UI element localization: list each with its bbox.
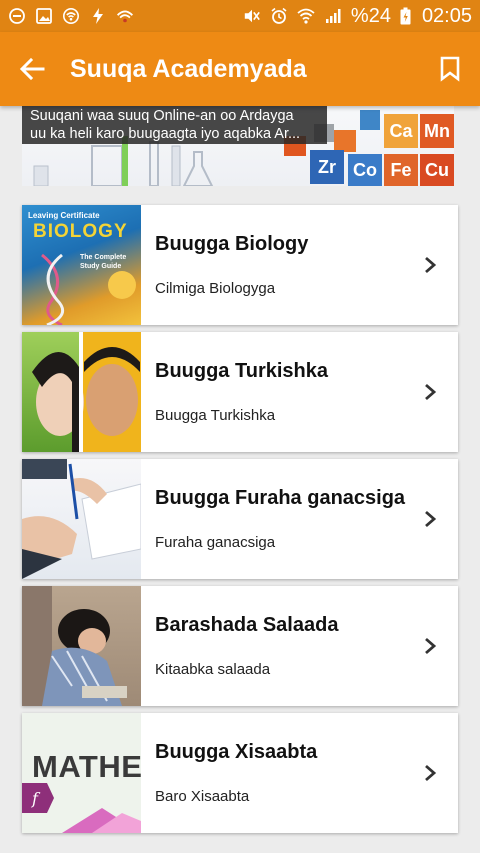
status-right-icons: %24 02:05	[243, 5, 472, 28]
alarm-icon	[270, 7, 288, 25]
image-icon	[35, 7, 53, 25]
element-cube	[360, 110, 380, 130]
wifi-hotspot-icon	[62, 7, 80, 25]
signal-app-icon	[116, 7, 134, 25]
praying-girl-illustration	[22, 586, 127, 706]
element-cube-fe: Fe	[384, 154, 418, 186]
mute-icon	[243, 7, 261, 25]
cell-signal-icon	[324, 7, 342, 25]
back-button[interactable]	[0, 32, 64, 106]
element-cube-ca: Ca	[384, 114, 418, 148]
math-cover-shapes: f	[22, 783, 141, 833]
arrow-left-icon	[19, 57, 45, 81]
list-item-title: Buugga Furaha ganacsiga	[155, 487, 406, 509]
battery-charging-icon	[400, 7, 411, 25]
battery-percent: %24	[350, 4, 391, 27]
element-cube-co: Co	[348, 154, 382, 186]
element-cube	[334, 130, 356, 152]
hands-document-illustration	[22, 459, 141, 579]
list-item-subtitle: Cilmiga Biologyga	[155, 280, 276, 297]
list-item-subtitle: Kitaabka salaada	[155, 661, 271, 678]
wifi-icon	[297, 7, 315, 25]
bookmark-icon	[440, 56, 460, 82]
chevron-right-icon	[425, 383, 437, 401]
status-bar: %24 02:05	[0, 0, 480, 32]
list-item-subtitle: Baro Xisaabta	[155, 788, 250, 805]
list-item-title: Buugga Turkishka	[155, 360, 328, 382]
flash-icon	[89, 7, 107, 25]
element-cube-zr: Zr	[310, 150, 344, 184]
chevron-right-icon	[425, 510, 437, 528]
chevron-right-icon	[425, 256, 437, 274]
list-item-text: Barashada Salaada Kitaabka salaada	[141, 586, 458, 706]
list-item-math[interactable]: MATHE f Buugga Xisaabta Baro Xisaabta	[22, 713, 458, 833]
status-left-icons	[8, 7, 134, 25]
list-item-subtitle: Furaha ganacsiga	[155, 534, 276, 551]
math-book-cover: MATHE f	[22, 713, 141, 833]
banner-caption-line2: uu ka heli karo buugaagta iyo aqabka Ar.…	[30, 126, 301, 142]
promo-banner[interactable]: Suuqani waa suuq Online-an oo Ardayga uu…	[22, 106, 454, 186]
banner-caption-line1: Suuqani waa suuq Online-an oo Ardayga	[30, 108, 294, 124]
bookmark-button[interactable]	[420, 32, 480, 106]
list-item-title: Buugga Xisaabta	[155, 741, 318, 763]
prayer-book-cover	[22, 586, 141, 706]
banner-caption: Suuqani waa suuq Online-an oo Ardayga uu…	[22, 106, 327, 144]
faces-illustration	[32, 332, 140, 452]
list-item-biology[interactable]: Leaving Certificate BIOLOGY The Complete…	[22, 205, 458, 325]
cover-subtitle: The Complete Study Guide	[80, 254, 127, 270]
business-book-cover	[22, 459, 141, 579]
app-bar: Suuqa Academyada	[0, 32, 480, 106]
list-item-title: Buugga Biology	[155, 233, 309, 255]
list-item-text: Buugga Xisaabta Baro Xisaabta	[141, 713, 458, 833]
list-item-turkish[interactable]: Buugga Turkishka Buugga Turkishka	[22, 332, 458, 452]
list-item-text: Buugga Biology Cilmiga Biologyga	[141, 205, 458, 325]
minus-circle-icon	[8, 7, 26, 25]
page-title: Suuqa Academyada	[70, 54, 307, 83]
list-item-prayer[interactable]: Barashada Salaada Kitaabka salaada	[22, 586, 458, 706]
chevron-right-icon	[425, 637, 437, 655]
element-cube-cu: Cu	[420, 154, 454, 186]
turkish-book-cover	[22, 332, 141, 452]
list-item-subtitle: Buugga Turkishka	[155, 407, 276, 424]
chevron-right-icon	[425, 764, 437, 782]
list-item-title: Barashada Salaada	[155, 614, 339, 636]
element-cube-mn: Mn	[420, 114, 454, 148]
biology-book-cover: Leaving Certificate BIOLOGY The Complete…	[22, 205, 141, 325]
list-item-text: Buugga Turkishka Buugga Turkishka	[141, 332, 458, 452]
clock: 02:05	[421, 4, 472, 27]
list-item-text: Buugga Furaha ganacsiga Furaha ganacsiga	[141, 459, 458, 579]
list-item-business[interactable]: Buugga Furaha ganacsiga Furaha ganacsiga	[22, 459, 458, 579]
